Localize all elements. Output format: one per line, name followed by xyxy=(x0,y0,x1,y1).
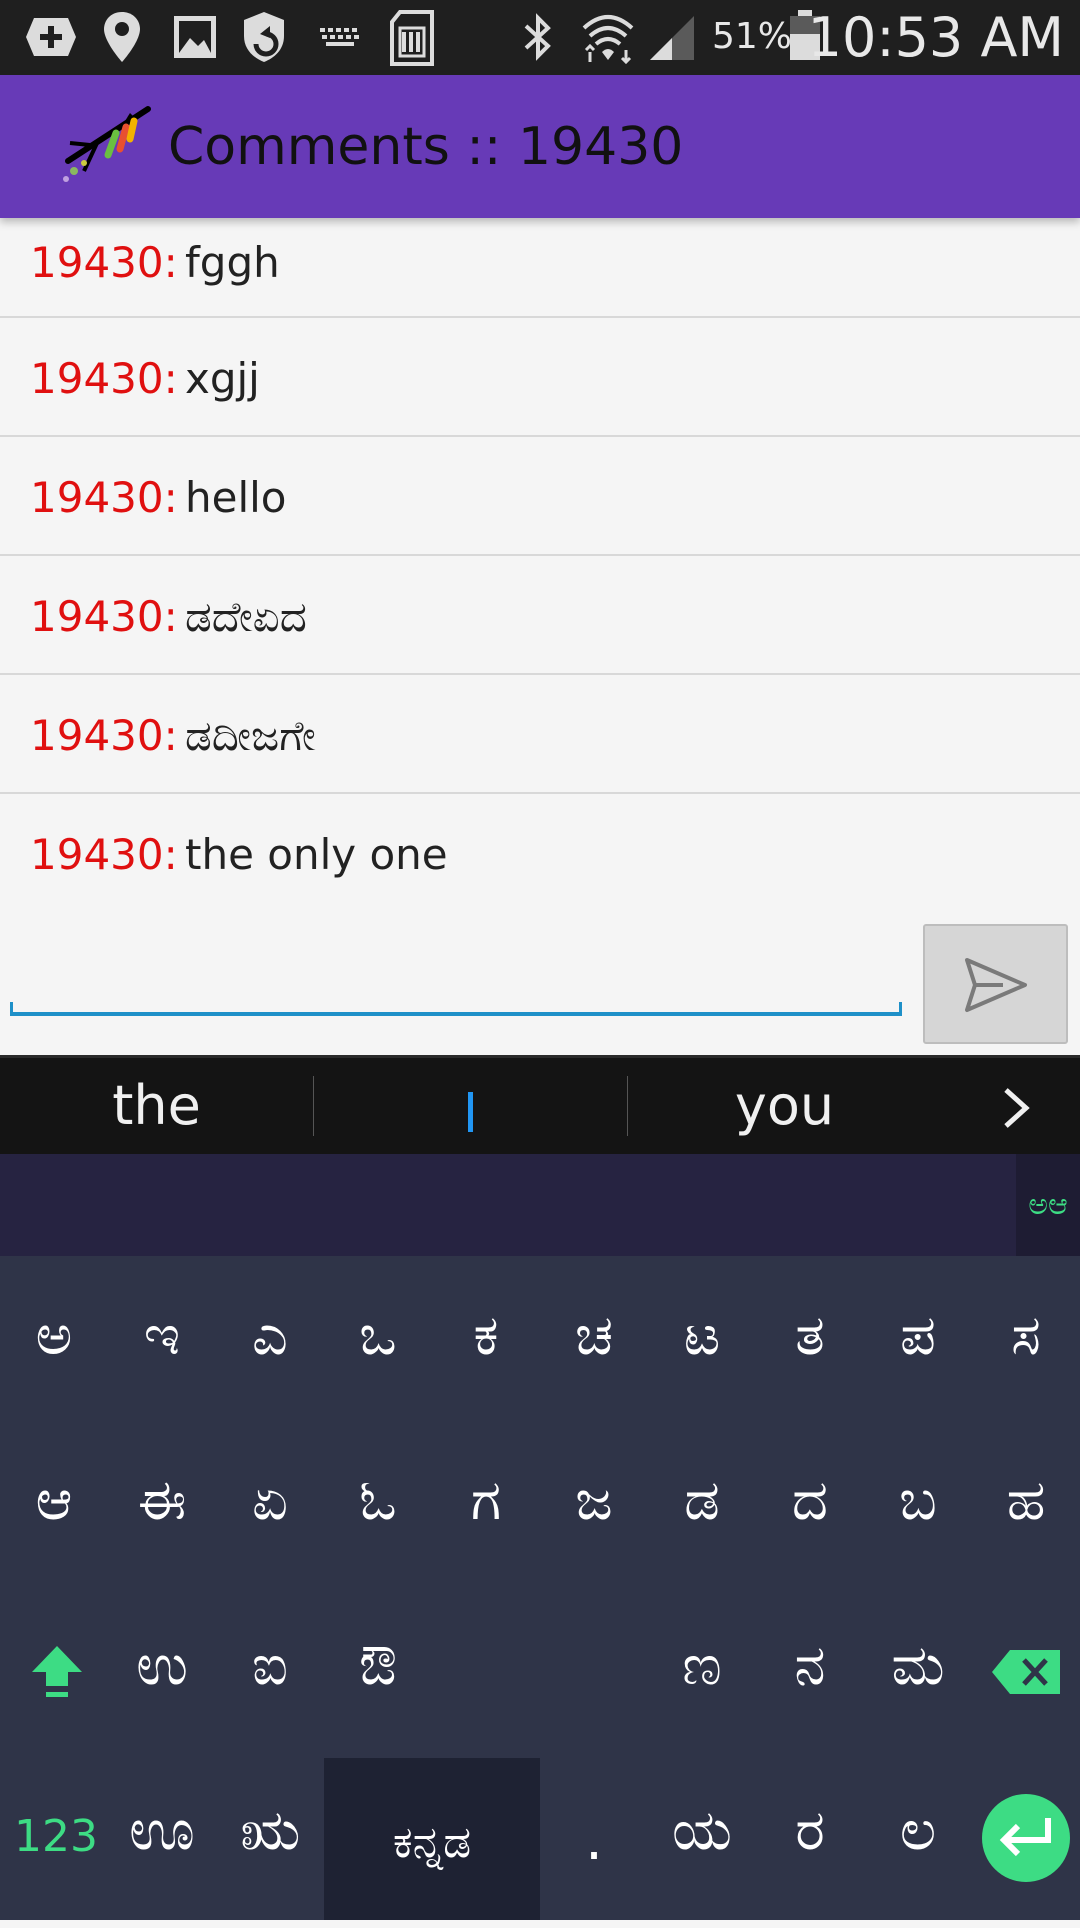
comment-text: ಡದೀಜಗೇ xyxy=(185,711,316,760)
comments-list: 19430: fggh 19430: xgjj 19430: hello 194… xyxy=(0,218,1080,913)
key[interactable]: ಪ xyxy=(864,1256,972,1416)
key[interactable]: ತ xyxy=(756,1256,864,1416)
keyboard: ಅ ಇ ಎ ಒ ಕ ಚ ಟ ತ ಪ ಸ ಆ ಈ ಏ ಓ ಗ ಜ ಡ ದ ಬ ಹ … xyxy=(0,1256,1080,1920)
wifi-icon xyxy=(582,15,634,64)
comment-author-id: 19430: xyxy=(30,238,178,287)
key[interactable]: ಹ xyxy=(972,1421,1080,1581)
key[interactable]: ಇ xyxy=(108,1256,216,1416)
comment-author-id: 19430: xyxy=(30,473,178,522)
status-bar: 51% 10:53 AM xyxy=(0,0,1080,75)
app-logo-icon xyxy=(63,106,151,182)
suggestion-item[interactable]: you xyxy=(628,1058,941,1154)
key[interactable]: ಣ xyxy=(648,1586,756,1746)
comment-text: fggh xyxy=(185,238,280,287)
comment-text: the only one xyxy=(185,830,448,879)
shift-icon[interactable] xyxy=(30,1644,84,1700)
key[interactable]: ಆ xyxy=(0,1421,108,1581)
comment-row: 19430: fggh xyxy=(0,218,1080,318)
shield-update-icon xyxy=(244,12,284,62)
key[interactable]: ಯ xyxy=(648,1751,756,1911)
key[interactable]: ರ xyxy=(756,1751,864,1911)
key[interactable]: ಟ xyxy=(648,1256,756,1416)
comment-row: 19430: ಡದೀಜಗೇ xyxy=(0,675,1080,794)
key[interactable]: ಮ xyxy=(864,1586,972,1746)
key[interactable]: ಔ xyxy=(324,1586,432,1746)
key[interactable]: ಐ xyxy=(216,1586,324,1746)
signal-strength-icon xyxy=(650,16,694,60)
key[interactable]: ಸ xyxy=(972,1256,1080,1416)
suggestion-bar: the I you xyxy=(0,1058,1080,1154)
key[interactable]: ಚ xyxy=(540,1256,648,1416)
key[interactable]: ಲ xyxy=(864,1751,972,1911)
key[interactable]: ಈ xyxy=(108,1421,216,1581)
keyboard-icon xyxy=(318,26,362,48)
key[interactable]: ಕ xyxy=(432,1256,540,1416)
key[interactable]: ಏ xyxy=(216,1421,324,1581)
keyboard-candidate-strip: ಅಆ xyxy=(0,1154,1080,1256)
comment-text: xgjj xyxy=(185,354,260,403)
comment-author-id: 19430: xyxy=(30,830,178,879)
key[interactable]: ಗ xyxy=(432,1421,540,1581)
comment-input[interactable] xyxy=(10,1002,902,1016)
add-notification-icon xyxy=(26,18,76,56)
location-pin-icon xyxy=(104,12,140,62)
comment-author-id: 19430: xyxy=(30,354,178,403)
key[interactable]: ಉ xyxy=(108,1586,216,1746)
comment-row: 19430: ಡದೇಏದ xyxy=(0,556,1080,675)
sd-card-icon xyxy=(390,10,434,66)
comment-row: 19430: hello xyxy=(0,437,1080,556)
comment-row: 19430: the only one xyxy=(0,794,1080,913)
comment-author-id: 19430: xyxy=(30,711,178,760)
key[interactable]: ಬ xyxy=(864,1421,972,1581)
key[interactable]: ಜ xyxy=(540,1421,648,1581)
key[interactable]: ನ xyxy=(756,1586,864,1746)
key[interactable]: ಓ xyxy=(324,1421,432,1581)
enter-button[interactable] xyxy=(982,1794,1070,1882)
chevron-right-icon[interactable] xyxy=(998,1086,1034,1130)
key-period[interactable]: . xyxy=(540,1761,648,1921)
numbers-key[interactable]: 123 xyxy=(14,1811,98,1862)
comment-row: 19430: xgjj xyxy=(0,318,1080,437)
backspace-icon[interactable] xyxy=(990,1648,1062,1696)
send-icon xyxy=(965,958,1027,1012)
suggestion-item[interactable]: the xyxy=(0,1058,313,1154)
suggestion-cursor xyxy=(468,1092,473,1132)
key[interactable]: ಅ xyxy=(0,1256,108,1416)
language-toggle-button[interactable]: ಅಆ xyxy=(1016,1154,1080,1256)
page-title: Comments :: 19430 xyxy=(168,117,684,177)
key[interactable]: ಋ xyxy=(216,1751,324,1911)
enter-arrow-icon xyxy=(999,1818,1051,1857)
key[interactable]: ಎ xyxy=(216,1256,324,1416)
bluetooth-icon xyxy=(524,13,551,61)
key[interactable]: ಒ xyxy=(324,1256,432,1416)
comment-text: hello xyxy=(185,473,287,522)
gallery-icon xyxy=(174,16,216,58)
status-time: 10:53 AM xyxy=(807,6,1064,69)
key[interactable]: ಡ xyxy=(648,1421,756,1581)
app-bar: Comments :: 19430 xyxy=(0,75,1080,218)
key[interactable]: ಊ xyxy=(108,1751,216,1911)
battery-percent: 51% xyxy=(712,16,793,57)
key[interactable]: ದ xyxy=(756,1421,864,1581)
comment-text: ಡದೇಏದ xyxy=(185,592,307,641)
send-button[interactable] xyxy=(923,924,1068,1044)
comment-author-id: 19430: xyxy=(30,592,178,641)
space-key[interactable]: ಕನ್ನಡ xyxy=(324,1758,540,1920)
